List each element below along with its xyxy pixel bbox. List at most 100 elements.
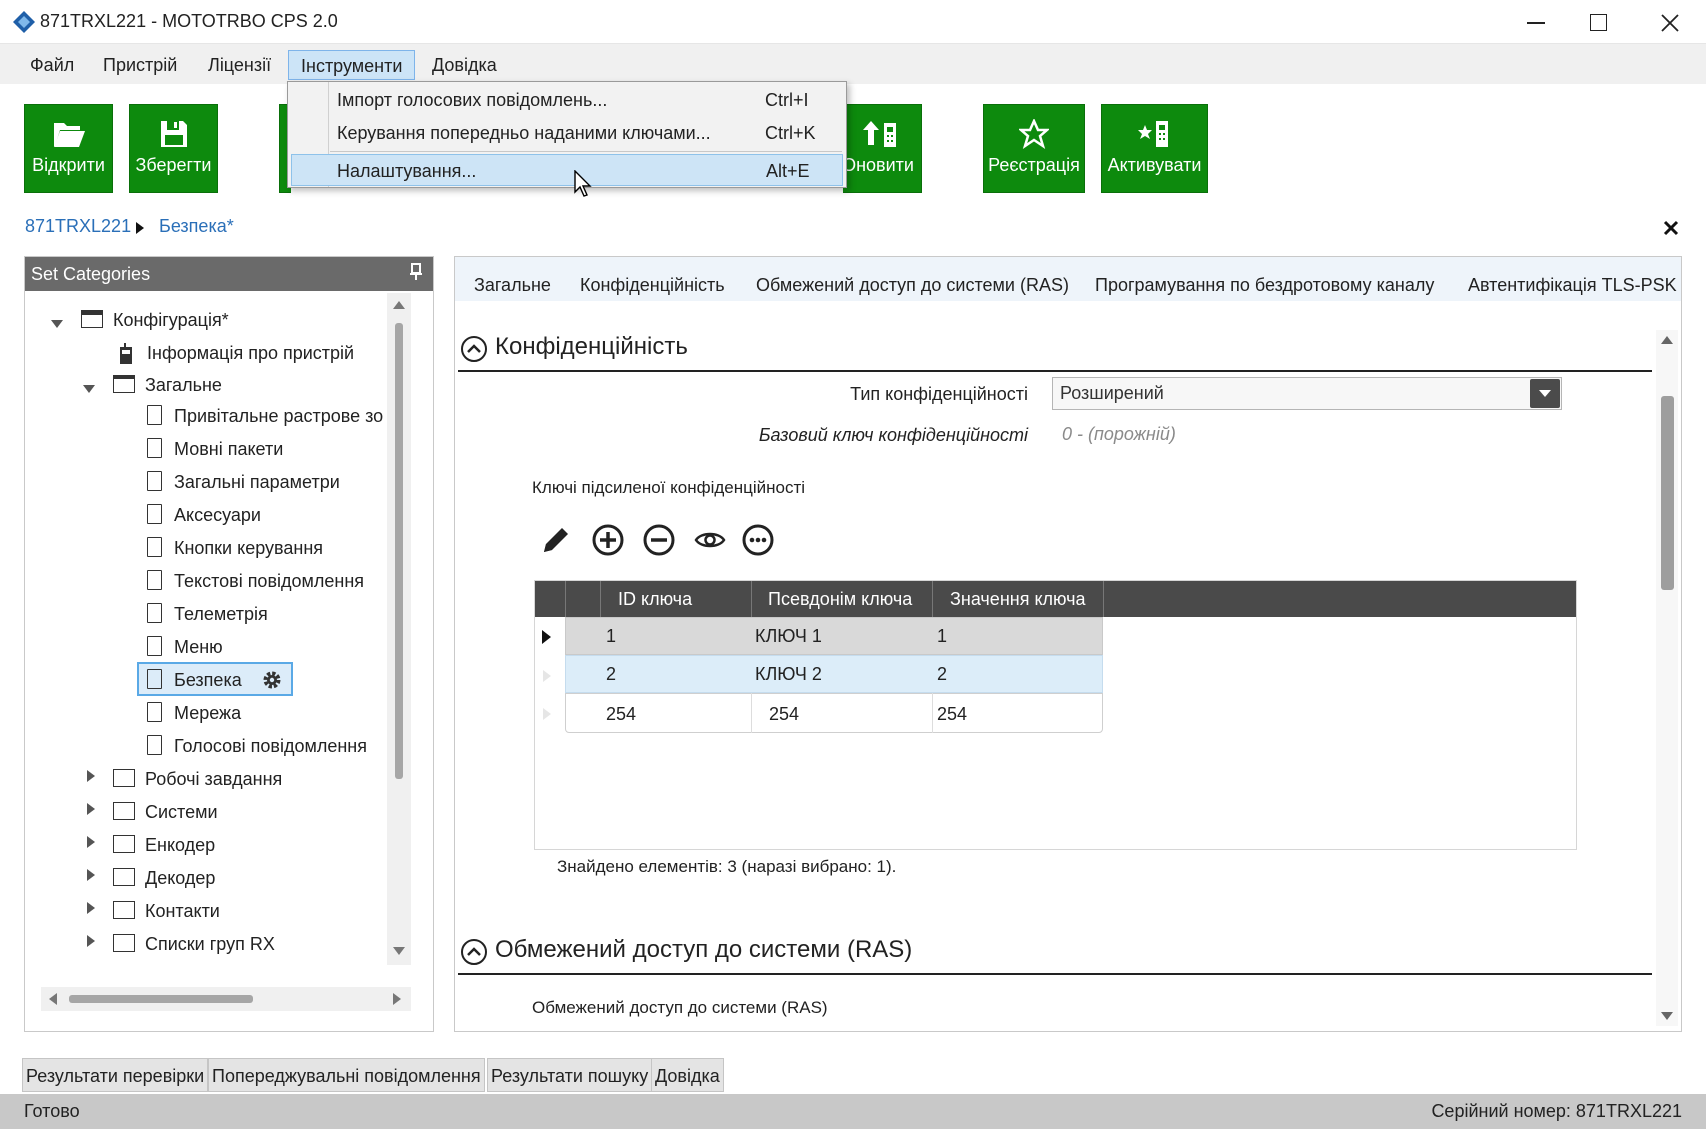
tree-item-voice-messages[interactable]: Голосові повідомлення — [147, 731, 367, 761]
chevron-down-icon[interactable] — [1530, 379, 1560, 408]
collapse-icon[interactable] — [87, 869, 95, 881]
collapse-icon[interactable] — [87, 770, 95, 782]
column-key-value[interactable]: Значення ключа — [950, 581, 1086, 617]
expand-icon[interactable] — [51, 320, 63, 328]
tree-item-device-info[interactable]: Інформація про пристрій — [115, 338, 354, 368]
cell-key-value: 2 — [937, 664, 948, 684]
table-row[interactable] — [565, 617, 1103, 655]
tab-ras[interactable]: Обмежений доступ до системи (RAS) — [756, 268, 1069, 302]
tab-help[interactable]: Довідка — [651, 1058, 724, 1092]
maximize-button[interactable] — [1590, 14, 1607, 31]
privacy-type-select[interactable]: Розширений — [1052, 377, 1562, 410]
add-circle-icon[interactable] — [591, 523, 625, 557]
tree-item-telemetry[interactable]: Телеметрія — [147, 599, 268, 629]
activate-button[interactable]: Активувати — [1101, 104, 1208, 193]
tree-item-network[interactable]: Мережа — [147, 698, 241, 728]
tree-item-welcome-bitmap[interactable]: Привітальне растрове зо — [147, 401, 383, 431]
pin-icon[interactable] — [409, 263, 423, 281]
tree-item-decoder[interactable]: Декодер — [113, 863, 215, 893]
collapse-icon[interactable] — [87, 902, 95, 914]
save-button[interactable]: Зберегти — [129, 104, 218, 193]
collapse-icon[interactable] — [87, 935, 95, 947]
tree-item-language-packs[interactable]: Мовні пакети — [147, 434, 283, 464]
privacy-type-label: Тип конфіденційності — [850, 384, 1028, 404]
table-row[interactable] — [565, 655, 1103, 693]
scroll-up-icon[interactable] — [393, 301, 405, 309]
breadcrumb-root[interactable]: 871TRXL221 — [25, 216, 131, 237]
scroll-right-icon[interactable] — [393, 993, 401, 1005]
tree-item-encoder[interactable]: Енкодер — [113, 830, 215, 860]
open-button[interactable]: Відкрити — [24, 104, 113, 193]
tree-item-accessories[interactable]: Аксесуари — [147, 500, 261, 530]
expand-icon[interactable] — [83, 385, 95, 393]
edit-pencil-icon[interactable] — [540, 524, 572, 556]
menu-item-manage-keys[interactable]: Керування попередньо наданими ключами...… — [288, 117, 846, 149]
tree-item-configuration[interactable]: Конфігурація* — [81, 305, 229, 335]
open-label: Відкрити — [32, 155, 105, 175]
tree-item-general[interactable]: Загальне — [113, 370, 222, 400]
collapse-icon[interactable] — [87, 836, 95, 848]
tab-privacy[interactable]: Конфіденційність — [580, 268, 725, 302]
tree-item-general-params[interactable]: Загальні параметри — [147, 467, 340, 497]
tab-tls-psk[interactable]: Автентифікація TLS-PSK — [1468, 268, 1677, 302]
register-button[interactable]: Реєстрація — [983, 104, 1085, 193]
tree-item-systems[interactable]: Системи — [113, 797, 218, 827]
serial-number: Серійний номер: 871TRXL221 — [1431, 1101, 1682, 1121]
menu-licenses[interactable]: Ліцензії — [196, 50, 283, 80]
document-icon — [147, 702, 162, 723]
menu-item-import-voice[interactable]: Імпорт голосових повідомлень... Ctrl+I — [288, 84, 846, 116]
scroll-thumb[interactable] — [395, 323, 403, 779]
tree-item-security[interactable]: Безпека — [137, 662, 293, 696]
tab-check-results[interactable]: Результати перевірки — [22, 1058, 209, 1092]
content-vertical-scrollbar[interactable] — [1656, 330, 1678, 1026]
tree-horizontal-scrollbar[interactable] — [41, 987, 411, 1011]
tree-item-contacts[interactable]: Контакти — [113, 896, 220, 926]
folder-icon — [113, 802, 135, 821]
minimize-button[interactable] — [1522, 8, 1552, 36]
tab-ota-programming[interactable]: Програмування по бездротовому каналу — [1095, 268, 1434, 302]
tree-item-job-tickets[interactable]: Робочі завдання — [113, 764, 282, 794]
folder-icon — [113, 901, 135, 920]
folder-open-icon — [113, 375, 135, 394]
tab-warnings[interactable]: Попереджувальні повідомлення — [208, 1058, 485, 1092]
cell-key-id: 254 — [606, 704, 637, 724]
menu-help[interactable]: Довідка — [420, 50, 509, 80]
scroll-down-icon[interactable] — [1661, 1012, 1673, 1020]
radio-device-icon — [120, 343, 132, 365]
scroll-thumb[interactable] — [1661, 396, 1674, 590]
section-divider — [458, 370, 1652, 372]
column-key-id[interactable]: ID ключа — [618, 581, 692, 617]
menu-item-settings[interactable]: Налаштування... Alt+E — [291, 154, 843, 186]
scroll-left-icon[interactable] — [49, 993, 57, 1005]
scroll-up-icon[interactable] — [1661, 336, 1673, 344]
tree-view: Конфігурація* Інформація про пристрій За… — [25, 291, 397, 997]
tab-search-results[interactable]: Результати пошуку — [487, 1058, 653, 1092]
remove-circle-icon[interactable] — [642, 523, 676, 557]
more-options-icon[interactable] — [741, 523, 775, 557]
column-key-alias[interactable]: Псевдонім ключа — [768, 581, 912, 617]
tab-general[interactable]: Загальне — [474, 268, 551, 302]
collapse-icon[interactable] — [87, 803, 95, 815]
table-row[interactable] — [565, 693, 1103, 733]
tree-item-text-messages[interactable]: Текстові повідомлення — [147, 566, 364, 596]
breadcrumb-current[interactable]: Безпека* — [159, 216, 234, 237]
collapse-section-icon[interactable] — [460, 938, 488, 966]
document-icon — [147, 570, 162, 591]
menu-device[interactable]: Пристрій — [91, 50, 189, 80]
tree-item-menu[interactable]: Меню — [147, 632, 223, 662]
menu-file[interactable]: Файл — [18, 50, 86, 80]
tree-item-rx-group-lists[interactable]: Списки груп RX — [113, 929, 275, 959]
tree-vertical-scrollbar[interactable] — [387, 293, 411, 965]
view-eye-icon[interactable] — [694, 528, 726, 552]
close-window-button[interactable] — [1660, 13, 1680, 33]
collapse-section-icon[interactable] — [460, 335, 488, 363]
update-button[interactable]: Оновити — [842, 104, 922, 193]
scroll-down-icon[interactable] — [393, 947, 405, 955]
tree-item-control-buttons[interactable]: Кнопки керування — [147, 533, 323, 563]
star-icon — [1019, 119, 1049, 149]
menu-tools[interactable]: Інструменти — [288, 50, 416, 80]
gear-icon — [263, 671, 281, 689]
h-scroll-thumb[interactable] — [69, 995, 253, 1003]
title-bar: 871TRXL221 - MOTOTRBO CPS 2.0 — [0, 0, 1706, 44]
close-tab-icon[interactable] — [1663, 220, 1679, 236]
